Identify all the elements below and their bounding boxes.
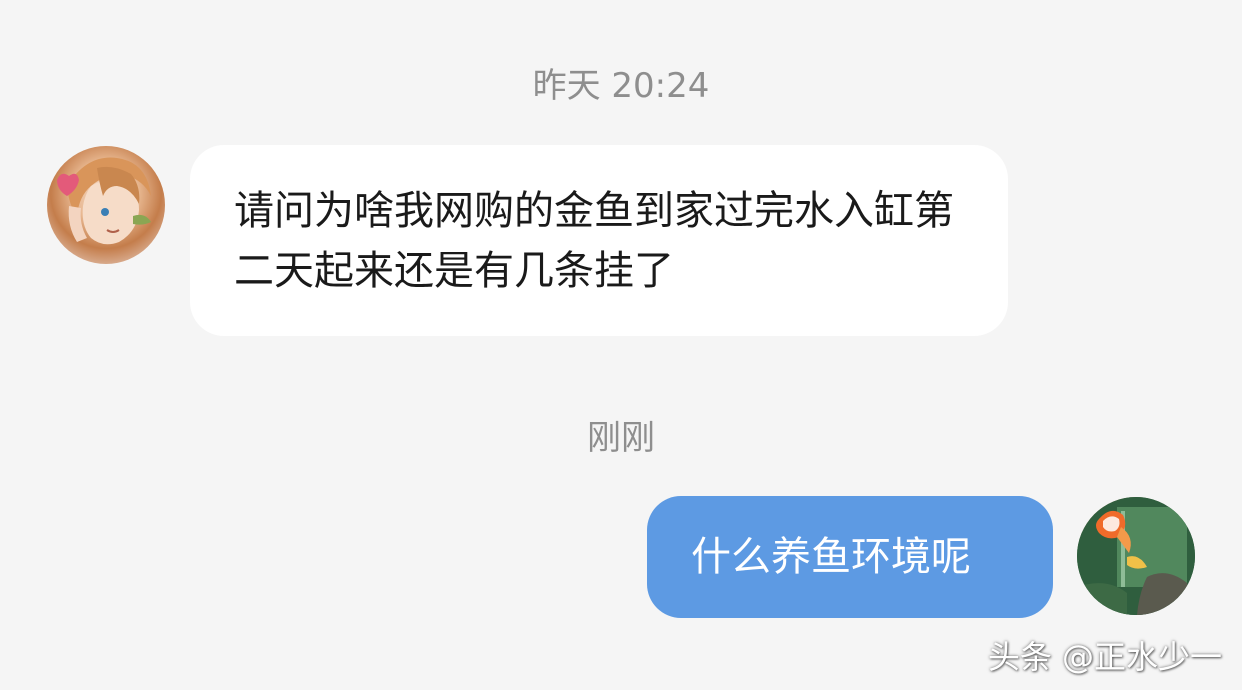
outgoing-message-bubble[interactable]: 什么养鱼环境呢 xyxy=(647,496,1053,618)
anime-character-avatar-icon xyxy=(57,157,151,245)
user-avatar-icon[interactable] xyxy=(1077,497,1195,615)
sender-avatar-icon[interactable] xyxy=(47,146,165,264)
message-timestamp: 刚刚 xyxy=(587,418,655,458)
chat-screen: 昨天 20:24 请问为啥我网购的金鱼到家过完水入缸第二天起来还是有几条挂了 刚… xyxy=(0,0,1242,690)
message-text: 什么养鱼环境呢 xyxy=(691,534,971,580)
incoming-message-bubble[interactable]: 请问为啥我网购的金鱼到家过完水入缸第二天起来还是有几条挂了 xyxy=(190,145,1008,336)
goldfish-tank-avatar-icon xyxy=(1077,497,1195,615)
message-timestamp: 昨天 20:24 xyxy=(532,66,710,106)
message-text: 请问为啥我网购的金鱼到家过完水入缸第二天起来还是有几条挂了 xyxy=(234,188,954,294)
watermark: 头条 @正水少一 xyxy=(987,638,1222,676)
